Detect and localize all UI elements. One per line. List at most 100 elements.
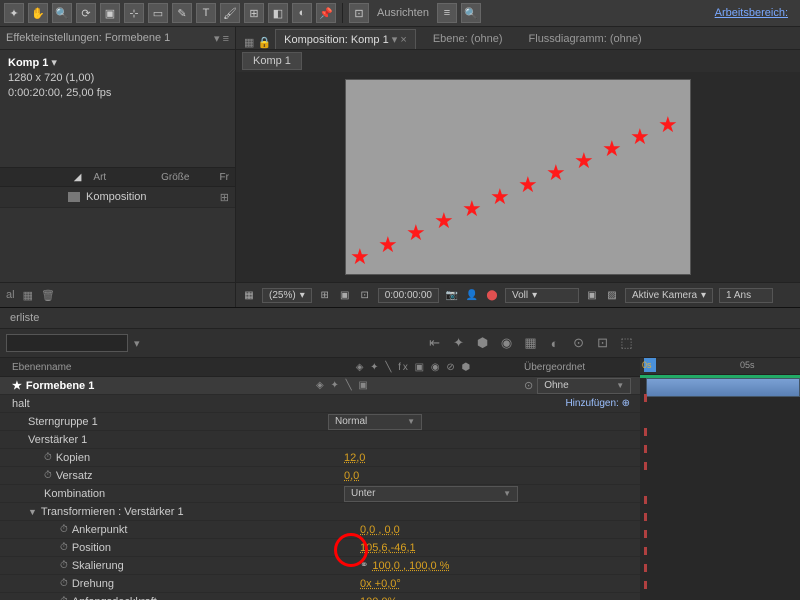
- tl-icon-5[interactable]: ▦: [522, 334, 540, 352]
- stopwatch-icon[interactable]: ⏱: [60, 542, 68, 553]
- row-stargroup[interactable]: Sterngruppe 1 Normal▼: [0, 413, 640, 431]
- add-button[interactable]: Hinzufügen: ⊕: [565, 398, 630, 409]
- bpc-icon[interactable]: ▦: [23, 289, 33, 302]
- row-contents[interactable]: halt Hinzufügen: ⊕: [0, 395, 640, 413]
- stopwatch-icon[interactable]: ⏱: [44, 470, 52, 481]
- camera-dropdown[interactable]: Aktive Kamera▾: [625, 288, 713, 303]
- alpha-icon[interactable]: ▦: [242, 288, 256, 302]
- tool-roto-icon[interactable]: ◐: [292, 3, 312, 23]
- link-icon[interactable]: ⚭: [360, 560, 368, 571]
- stopwatch-icon[interactable]: ⏱: [60, 596, 68, 600]
- roi-icon[interactable]: ▣: [585, 288, 599, 302]
- panel-menu-icon[interactable]: ▾ ≡: [214, 32, 229, 45]
- effect-settings-header[interactable]: Effekteinstellungen: Formebene 1 ▾ ≡: [0, 27, 235, 50]
- row-rotation[interactable]: ⏱Drehung 0x +0,0°: [0, 575, 640, 593]
- workspace-menu[interactable]: Arbeitsbereich:: [715, 7, 796, 19]
- copies-value[interactable]: 12,0: [344, 452, 365, 464]
- views-dropdown[interactable]: 1 Ans: [719, 288, 773, 303]
- lock-icon[interactable]: ▦ 🔒: [244, 36, 271, 49]
- layer-switches[interactable]: ◈ ✦ ╲ ▣: [312, 380, 370, 391]
- scale-value[interactable]: 100,0 , 100,0 %: [372, 560, 449, 572]
- parent-pickwhip-icon[interactable]: ⊙: [524, 379, 533, 392]
- position-x-value[interactable]: 105,6: [360, 542, 388, 554]
- stopwatch-icon[interactable]: ⏱: [44, 452, 52, 463]
- grid-icon[interactable]: ⊡: [358, 288, 372, 302]
- tool-zoom-icon[interactable]: 🔍: [52, 3, 72, 23]
- row-copies[interactable]: ⏱Kopien 12,0: [0, 449, 640, 467]
- show-snapshot-icon[interactable]: 👤: [465, 288, 479, 302]
- row-scale[interactable]: ⏱Skalierung ⚭100,0 , 100,0 %: [0, 557, 640, 575]
- channel-icon[interactable]: ⬤: [485, 288, 499, 302]
- opacity-value[interactable]: 100,0%: [360, 596, 397, 600]
- k-icon[interactable]: al: [6, 289, 15, 301]
- tab-composition[interactable]: Komposition: Komp 1 ▾ ×: [275, 29, 416, 49]
- offset-value[interactable]: 0,0: [344, 470, 359, 482]
- timeline-tab[interactable]: erliste: [0, 309, 49, 327]
- tool-pin-icon[interactable]: 📌: [316, 3, 336, 23]
- layer-name: Formebene 1: [26, 380, 94, 392]
- row-transform[interactable]: ▼Transformieren : Verstärker 1: [0, 503, 640, 521]
- tool-text-icon[interactable]: T: [196, 3, 216, 23]
- tool-camera-icon[interactable]: ▣: [100, 3, 120, 23]
- tl-icon-7[interactable]: ⊙: [570, 334, 588, 352]
- row-position[interactable]: ⏱Position 105,6, -46,1: [0, 539, 640, 557]
- position-y-value[interactable]: -46,1: [391, 542, 416, 554]
- layer-row[interactable]: ★Formebene 1 ◈ ✦ ╲ ▣ ⊙Ohne▼: [0, 377, 640, 395]
- flowchart-icon[interactable]: ⊞: [220, 191, 229, 204]
- stopwatch-icon[interactable]: ⏱: [60, 560, 68, 571]
- tl-icon-9[interactable]: ⬚: [618, 334, 636, 352]
- tl-icon-3[interactable]: ⬢: [474, 334, 492, 352]
- tl-icon-4[interactable]: ◉: [498, 334, 516, 352]
- tl-icon-2[interactable]: ✦: [450, 334, 468, 352]
- trash-icon[interactable]: 🗑: [41, 289, 55, 302]
- tab-flowchart[interactable]: Flussdiagramm: (ohne): [520, 29, 651, 49]
- time-ruler[interactable]: 0s 05s: [640, 358, 800, 375]
- layer-duration-bar[interactable]: [646, 378, 800, 397]
- layer-search-input[interactable]: [6, 334, 128, 352]
- snap-icon[interactable]: ⊡: [349, 3, 369, 23]
- stopwatch-icon[interactable]: ⏱: [60, 524, 68, 535]
- row-repeater[interactable]: Verstärker 1: [0, 431, 640, 449]
- timecode-display[interactable]: 0:00:00:00: [378, 288, 439, 303]
- search-help-icon[interactable]: 🔍: [461, 3, 481, 23]
- breadcrumb-comp[interactable]: Komp 1: [242, 52, 302, 70]
- transparency-icon[interactable]: ▨: [605, 288, 619, 302]
- resolution-dropdown[interactable]: Voll▾: [505, 288, 579, 303]
- tl-icon-6[interactable]: ◐: [546, 334, 564, 352]
- tl-icon-8[interactable]: ⊡: [594, 334, 612, 352]
- disclosure-icon[interactable]: ▼: [28, 507, 37, 517]
- rotation-value[interactable]: 0x +0,0°: [360, 578, 401, 590]
- tool-rotate-icon[interactable]: ⟳: [76, 3, 96, 23]
- anchor-value[interactable]: 0,0 , 0,0: [360, 524, 400, 536]
- timeline-tabs: erliste: [0, 308, 800, 328]
- snapshot-icon[interactable]: 📷: [445, 288, 459, 302]
- row-anchor[interactable]: ⏱Ankerpunkt 0,0 , 0,0: [0, 521, 640, 539]
- project-row[interactable]: Komposition ⊞: [0, 187, 235, 208]
- tool-pen-icon[interactable]: ✎: [172, 3, 192, 23]
- composite-dropdown[interactable]: Unter▼: [344, 486, 518, 502]
- tool-brush-icon[interactable]: 🖌: [220, 3, 240, 23]
- tl-icon-1[interactable]: ⇤: [426, 334, 444, 352]
- tab-layer[interactable]: Ebene: (ohne): [424, 29, 512, 49]
- row-opacity[interactable]: ⏱Anfangsdeckkraft 100,0%: [0, 593, 640, 600]
- zoom-dropdown[interactable]: (25%)▾: [262, 288, 312, 303]
- row-composite[interactable]: Kombination Unter▼: [0, 485, 640, 503]
- tool-stamp-icon[interactable]: ⊞: [244, 3, 264, 23]
- tool-arrow-icon[interactable]: ✦: [4, 3, 24, 23]
- stopwatch-icon[interactable]: ⏱: [60, 578, 68, 589]
- res-icon[interactable]: ⊞: [318, 288, 332, 302]
- viewer-panel: ▦ 🔒 Komposition: Komp 1 ▾ × Ebene: (ohne…: [236, 27, 800, 307]
- timeline-toolbar: ▾ ⇤ ✦ ⬢ ◉ ▦ ◐ ⊙ ⊡ ⬚: [0, 328, 800, 358]
- safe-icon[interactable]: ▣: [338, 288, 352, 302]
- tool-rect-icon[interactable]: ▭: [148, 3, 168, 23]
- tool-hand-icon[interactable]: ✋: [28, 3, 48, 23]
- align-icon[interactable]: ≡: [437, 3, 457, 23]
- comp-breadcrumb: Komp 1: [236, 50, 800, 72]
- blendmode-dropdown[interactable]: Normal▼: [328, 414, 422, 430]
- timeline-track-area[interactable]: 0s 05s: [640, 358, 800, 600]
- composition-viewer[interactable]: ★ ★ ★ ★ ★ ★ ★ ★ ★ ★ ★ ★: [236, 72, 800, 282]
- row-offset[interactable]: ⏱Versatz 0,0: [0, 467, 640, 485]
- parent-dropdown[interactable]: Ohne▼: [537, 378, 631, 394]
- tool-anchor-icon[interactable]: ⊹: [124, 3, 144, 23]
- tool-eraser-icon[interactable]: ◧: [268, 3, 288, 23]
